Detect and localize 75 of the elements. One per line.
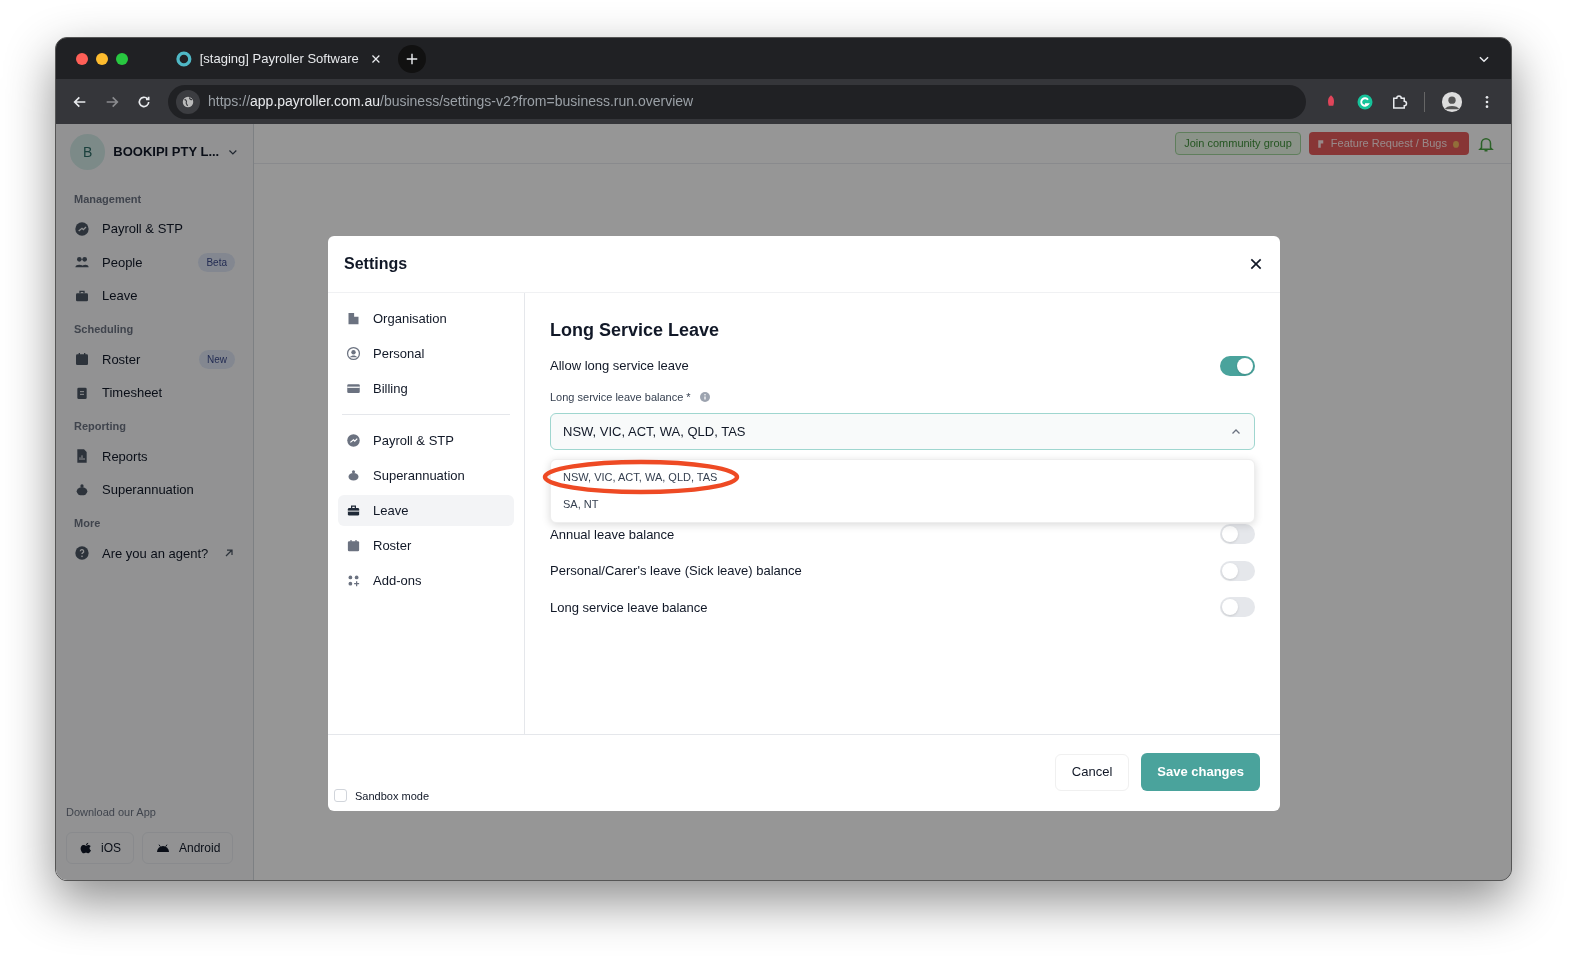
help-icon <box>74 545 90 562</box>
profile-avatar-icon[interactable] <box>1441 90 1463 113</box>
select-field[interactable]: NSW, VIC, ACT, WA, QLD, TAS <box>550 413 1255 450</box>
info-icon <box>698 391 711 403</box>
cancel-button[interactable]: Cancel <box>1054 753 1130 791</box>
sidebar-item[interactable]: Roster New <box>66 342 243 376</box>
section-heading: Management <box>73 191 143 207</box>
sidebar-item[interactable]: Payroll & STP <box>66 212 243 246</box>
settings-nav-item[interactable]: Personal <box>338 338 514 369</box>
android-download-button[interactable]: Android <box>142 832 234 864</box>
calendar-icon <box>74 351 90 368</box>
dropdown-option[interactable]: NSW, VIC, ACT, WA, QLD, TAS <box>551 464 1254 491</box>
settings-nav-item[interactable]: Roster <box>338 530 514 561</box>
payroll-icon <box>74 220 90 237</box>
close-window-button[interactable] <box>76 52 88 65</box>
toggle-label: Allow long service leave <box>550 357 689 376</box>
maximize-window-button[interactable] <box>116 52 128 65</box>
credit-card-icon <box>346 381 361 396</box>
puzzle-icon[interactable] <box>1390 92 1408 111</box>
briefcase-icon <box>346 503 361 518</box>
minimize-window-button[interactable] <box>96 52 108 65</box>
dropdown-option[interactable]: SA, NT <box>551 491 1254 518</box>
grid-plus-icon <box>346 573 361 588</box>
address-bar[interactable]: https://app.payroller.com.au/business/settings-v2?from=business.run.overview <box>168 84 1306 119</box>
toggle-switch[interactable] <box>1220 597 1255 618</box>
apple-icon <box>79 841 93 855</box>
sidebar-item[interactable]: Superannuation <box>66 473 243 507</box>
ios-download-button[interactable]: iOS <box>66 832 134 864</box>
reload-icon[interactable] <box>136 93 152 110</box>
settings-nav-item[interactable]: Organisation <box>338 303 514 334</box>
company-name[interactable]: BOOKIPI PTY L... <box>113 142 220 162</box>
sidebar-item[interactable]: Leave <box>66 279 243 313</box>
settings-nav-item[interactable]: Billing <box>338 373 514 404</box>
toggle-switch[interactable] <box>1220 560 1255 581</box>
new-tab-button[interactable] <box>398 44 426 73</box>
sidebar-item[interactable]: Reports <box>66 439 243 473</box>
user-circle-icon <box>346 346 361 361</box>
sidebar-item[interactable]: People Beta <box>66 245 243 279</box>
settings-nav-item[interactable]: Payroll & STP <box>338 425 514 456</box>
company-avatar: B <box>70 134 106 170</box>
building-icon <box>346 311 361 326</box>
settings-nav-item[interactable]: Add-ons <box>338 565 514 596</box>
section-heading: Scheduling <box>73 322 135 338</box>
section-heading: Long Service Leave <box>550 319 721 342</box>
tab-title: [staging] Payroller Software <box>199 49 360 68</box>
badge: New <box>199 349 235 369</box>
close-icon[interactable] <box>1248 256 1264 272</box>
toggle-switch[interactable] <box>1220 356 1255 376</box>
sidebar-item[interactable]: Are you an agent? <box>66 536 243 570</box>
settings-nav-item[interactable]: Superannuation <box>338 460 514 491</box>
extension-icon[interactable] <box>1356 92 1374 111</box>
favicon-icon <box>176 50 192 67</box>
section-heading: Reporting <box>73 419 127 435</box>
download-heading: Download our App <box>66 804 157 820</box>
badge: Beta <box>198 252 235 272</box>
toggle-label: Annual leave balance <box>550 525 675 544</box>
sandbox-checkbox[interactable]: Sandbox mode <box>334 787 429 804</box>
url-text[interactable]: https://app.payroller.com.au/business/settings-v2?from=business.run.overview <box>208 91 694 112</box>
browser-tab[interactable]: [staging] Payroller Software <box>168 38 390 79</box>
field-label: Long service leave balance * <box>550 389 691 405</box>
payroll-icon <box>346 433 361 448</box>
globe-icon <box>181 94 195 109</box>
toggle-label: Personal/Carer's leave (Sick leave) balance <box>550 562 802 580</box>
calendar-icon <box>346 538 361 553</box>
report-icon <box>74 448 90 465</box>
sidebar-item[interactable]: Timesheet <box>66 376 243 410</box>
toggle-switch[interactable] <box>1220 524 1255 545</box>
toggle-label: Long service leave balance <box>550 598 708 617</box>
piggy-bank-icon <box>346 468 361 483</box>
plus-icon <box>405 51 419 66</box>
dialog-title: Settings <box>344 254 408 274</box>
close-icon[interactable] <box>370 52 382 65</box>
piggy-bank-icon <box>74 481 90 498</box>
section-heading: More <box>73 516 102 532</box>
settings-nav-item[interactable]: Leave <box>338 495 514 526</box>
